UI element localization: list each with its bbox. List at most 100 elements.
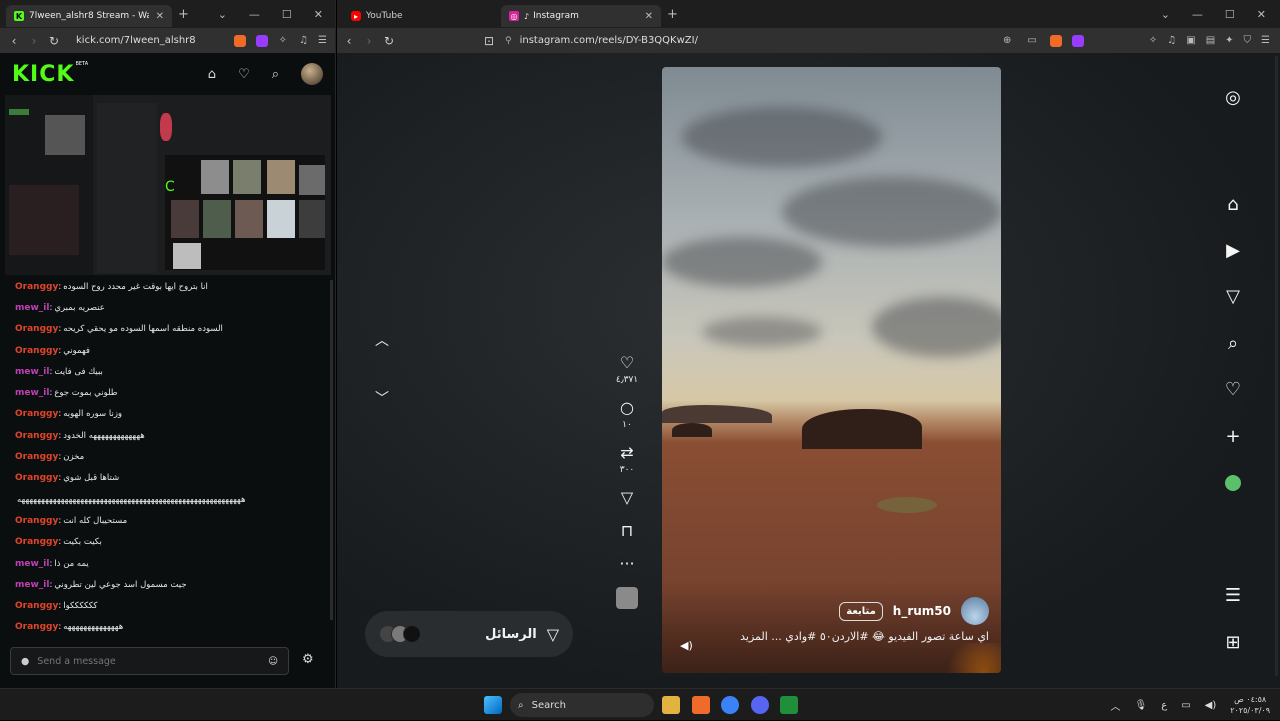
chat-username[interactable]: mew_il xyxy=(15,580,49,590)
tray-overflow-icon[interactable]: ︿ xyxy=(1111,698,1121,713)
instagram-logo-icon[interactable]: ◎ xyxy=(1222,86,1244,108)
chat-username[interactable]: Oranggy xyxy=(15,537,58,547)
menu-icon[interactable]: ☰ xyxy=(318,35,327,46)
chat-username[interactable]: mew_il xyxy=(15,303,49,313)
reel-username[interactable]: h_rum50 xyxy=(893,604,951,618)
maximize-icon[interactable]: ☐ xyxy=(282,8,292,21)
gift-icon[interactable]: ⌂ xyxy=(208,67,216,82)
direct-icon[interactable]: ▽ xyxy=(1222,285,1244,307)
stream-video[interactable]: C xyxy=(5,95,331,275)
leo-icon[interactable]: ✦ xyxy=(1225,35,1233,46)
chat-username[interactable]: mew_il xyxy=(15,388,49,398)
home-icon[interactable]: ⌂ xyxy=(1222,193,1244,215)
messages-button[interactable]: الرسائل ▽ xyxy=(365,611,573,657)
discord-icon[interactable] xyxy=(751,696,769,714)
chat-message-input[interactable] xyxy=(37,655,269,667)
media-icon[interactable]: ♫ xyxy=(299,35,308,46)
chat-username[interactable]: Oranggy xyxy=(15,473,58,483)
minimize-icon[interactable]: — xyxy=(1192,8,1203,21)
tab-youtube[interactable]: ▸ YouTube xyxy=(343,5,501,27)
also-from-meta-icon[interactable]: ⊞ xyxy=(1222,631,1244,653)
site-info-icon[interactable]: ⚲ xyxy=(505,36,512,46)
chat-username[interactable]: Oranggy xyxy=(15,601,58,611)
menu-icon[interactable]: ☰ xyxy=(1261,35,1270,46)
maximize-icon[interactable]: ☐ xyxy=(1225,8,1235,21)
extensions-icon[interactable]: ✧ xyxy=(1149,35,1157,46)
create-plus-icon[interactable]: + xyxy=(1222,425,1244,447)
more-menu-icon[interactable]: ☰ xyxy=(1222,584,1244,606)
app-icon[interactable] xyxy=(721,696,739,714)
minimize-icon[interactable]: — xyxy=(249,8,260,21)
page-scrollbar[interactable] xyxy=(1275,56,1278,676)
follow-heart-icon[interactable]: ♡ xyxy=(238,67,250,82)
chat-username[interactable]: Oranggy xyxy=(15,409,58,419)
close-tab-icon[interactable]: ✕ xyxy=(645,11,653,22)
network-icon[interactable]: ▭ xyxy=(1181,700,1190,711)
sidebar-icon[interactable]: ▣ xyxy=(1186,35,1195,46)
tab-instagram[interactable]: ◎ ♪ Instagram ✕ xyxy=(501,5,661,27)
reel-caption[interactable]: اي ساعة تصور الفيديو 😂 #الاردن٥٠ #وادي .… xyxy=(740,630,989,643)
chat-settings-gear-icon[interactable]: ⚙ xyxy=(302,652,314,667)
profile-avatar[interactable] xyxy=(1222,472,1244,494)
chat-username[interactable]: mew_il xyxy=(15,559,49,569)
clock[interactable]: ٠٤:٥٨ ص ٢٠٢٥/٠٣/٠٩ xyxy=(1230,694,1270,716)
chat-username[interactable]: mew_il xyxy=(15,367,49,377)
wallet-icon[interactable]: ▤ xyxy=(1206,35,1215,46)
brave-shield-icon[interactable] xyxy=(233,34,246,47)
back-icon[interactable]: ‹ xyxy=(4,34,24,48)
follow-button[interactable]: متابعة xyxy=(839,601,883,621)
tab-audio-icon[interactable]: ♪ xyxy=(524,12,529,21)
chat-username[interactable]: Oranggy xyxy=(15,324,58,334)
tab-kick-stream[interactable]: K 7lween_alshr8 Stream - Watch Liv ✕ xyxy=(6,5,172,27)
previous-reel-button[interactable]: ︿ xyxy=(367,325,397,355)
spreadsheet-icon[interactable] xyxy=(780,696,798,714)
repost-icon[interactable]: ⇄ xyxy=(620,443,633,463)
close-window-icon[interactable]: ✕ xyxy=(314,8,323,21)
brave-shield-icon[interactable] xyxy=(1049,34,1062,47)
brave-rewards-icon[interactable] xyxy=(1071,34,1084,47)
chat-username[interactable]: Oranggy xyxy=(15,622,58,632)
url-field[interactable]: instagram.com/reels/DY-B3QQKwZI/ xyxy=(520,35,995,46)
new-tab-button[interactable]: + xyxy=(667,7,678,22)
reel-author-avatar[interactable] xyxy=(961,597,989,625)
extensions-icon[interactable]: ✧ xyxy=(279,35,287,46)
chat-username[interactable]: Oranggy xyxy=(15,452,58,462)
reels-icon[interactable]: ▶ xyxy=(1222,239,1244,261)
language-indicator[interactable]: ع xyxy=(1161,700,1167,711)
emoji-icon[interactable]: ☺ xyxy=(268,656,278,667)
search-icon[interactable]: ⌕ xyxy=(272,67,279,82)
brave-browser-icon[interactable] xyxy=(692,696,710,714)
tab-list-icon[interactable]: ⌄ xyxy=(1161,8,1170,21)
taskbar-search[interactable]: ⌕ Search xyxy=(510,693,654,717)
chat-scrollbar[interactable] xyxy=(330,280,333,620)
mic-icon[interactable]: 🎙 xyxy=(1135,700,1148,711)
tab-list-icon[interactable]: ⌄ xyxy=(218,8,227,21)
reload-icon[interactable]: ↻ xyxy=(44,34,64,48)
notifications-heart-icon[interactable]: ♡ xyxy=(1222,378,1244,400)
url-field[interactable]: kick.com/7lween_alshr8 xyxy=(76,35,229,46)
chat-username[interactable]: Oranggy xyxy=(15,282,58,292)
bookmark-icon[interactable]: ⊡ xyxy=(479,34,499,48)
comment-icon[interactable]: ○ xyxy=(620,398,634,418)
cast-icon[interactable]: ▭ xyxy=(1027,35,1036,46)
forward-icon[interactable]: › xyxy=(359,34,379,48)
close-window-icon[interactable]: ✕ xyxy=(1257,8,1266,21)
volume-icon[interactable]: ◀) xyxy=(1205,700,1217,711)
vpn-icon[interactable]: ⛉ xyxy=(1244,35,1252,46)
save-bookmark-icon[interactable]: ⊓ xyxy=(621,521,633,541)
reel-video[interactable]: متابعة h_rum50 اي ساعة تصور الفيديو 😂 #ا… xyxy=(662,67,1001,673)
avatar[interactable] xyxy=(301,63,323,85)
chat-username[interactable]: Oranggy xyxy=(15,516,58,526)
audio-thumbnail[interactable] xyxy=(616,587,638,609)
zoom-icon[interactable]: ⊕ xyxy=(1003,35,1011,46)
chat-username[interactable]: Oranggy xyxy=(15,346,58,356)
kick-logo[interactable]: KICK xyxy=(12,62,74,87)
chat-input-box[interactable]: ● ☺ xyxy=(10,647,289,675)
next-reel-button[interactable]: ﹀ xyxy=(367,383,397,413)
forward-icon[interactable]: › xyxy=(24,34,44,48)
like-heart-icon[interactable]: ♡ xyxy=(620,353,634,373)
share-send-icon[interactable]: ▽ xyxy=(621,488,633,508)
chat-username[interactable]: Oranggy xyxy=(15,431,58,441)
close-tab-icon[interactable]: ✕ xyxy=(156,11,164,22)
volume-icon[interactable]: ◀) xyxy=(680,639,693,652)
